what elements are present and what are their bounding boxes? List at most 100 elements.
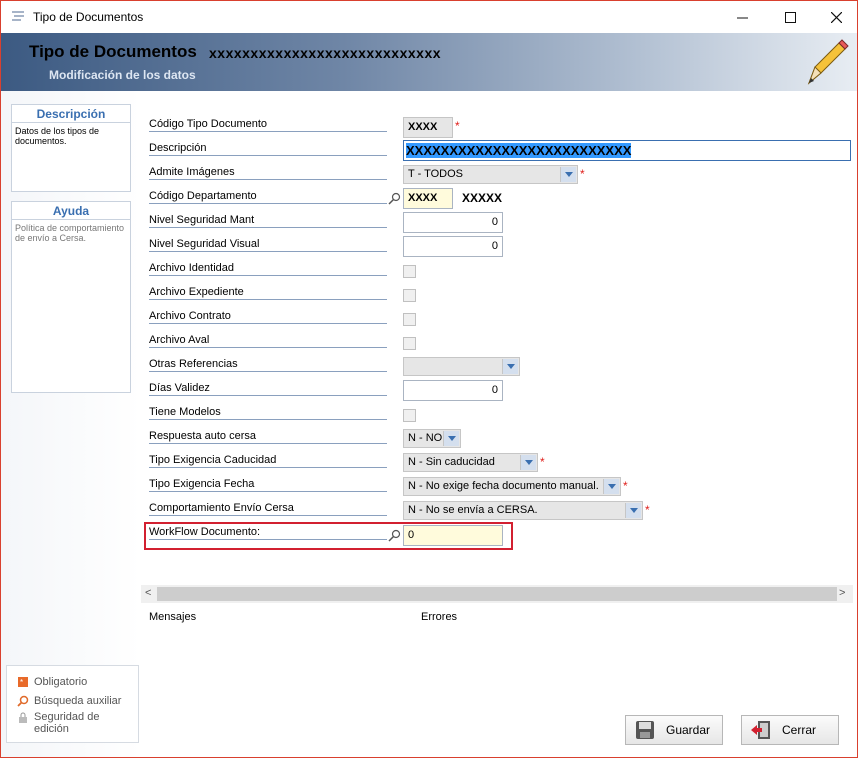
respuesta-auto-select[interactable]: N - NO bbox=[403, 429, 461, 448]
nivel-seg-visual-input[interactable]: 0 bbox=[403, 236, 503, 257]
guardar-button[interactable]: Guardar bbox=[625, 715, 723, 745]
chevron-down-icon bbox=[443, 431, 459, 446]
nivel-seg-visual-label: Nivel Seguridad Visual bbox=[149, 238, 260, 250]
nivel-seg-mant-label: Nivel Seguridad Mant bbox=[149, 214, 255, 226]
highlight-box bbox=[144, 522, 513, 550]
row-underline bbox=[149, 275, 387, 276]
tipo-exig-fecha-label: Tipo Exigencia Fecha bbox=[149, 478, 255, 490]
admite-imagenes-select[interactable]: T - TODOS bbox=[403, 165, 578, 184]
row-underline bbox=[149, 155, 387, 156]
required-marker: * bbox=[540, 455, 545, 469]
archivo-contrato-checkbox[interactable] bbox=[403, 313, 416, 326]
row-underline bbox=[149, 251, 387, 252]
row-underline bbox=[149, 227, 387, 228]
codigo-departamento-label: Código Departamento bbox=[149, 190, 257, 202]
document-code: xxxxxxxxxxxxxxxxxxxxxxxxxxxx bbox=[209, 45, 442, 61]
chevron-down-icon bbox=[520, 455, 536, 470]
otras-referencias-label: Otras Referencias bbox=[149, 358, 238, 370]
dias-validez-input[interactable]: 0 bbox=[403, 380, 503, 401]
comportamiento-envio-label: Comportamiento Envío Cersa bbox=[149, 502, 294, 514]
help-box: Ayuda Política de comportamiento de enví… bbox=[11, 201, 131, 393]
descripcion-label: Descripción bbox=[149, 142, 207, 154]
search-icon[interactable] bbox=[388, 192, 401, 205]
description-box: Descripción Datos de los tipos de docume… bbox=[11, 104, 131, 192]
maximize-icon bbox=[784, 11, 796, 23]
save-icon bbox=[636, 721, 654, 739]
required-icon: * bbox=[18, 677, 28, 687]
close-button[interactable] bbox=[813, 1, 857, 33]
row-underline bbox=[149, 371, 387, 372]
archivo-expediente-checkbox[interactable] bbox=[403, 289, 416, 302]
chevron-down-icon bbox=[603, 479, 619, 494]
admite-imagenes-value: T - TODOS bbox=[408, 168, 464, 180]
required-marker: * bbox=[455, 119, 460, 133]
legend-required: Obligatorio bbox=[34, 676, 88, 688]
scroll-right-icon[interactable]: > bbox=[839, 587, 845, 599]
help-title: Ayuda bbox=[12, 202, 130, 220]
help-text: Política de comportamiento de envío a Ce… bbox=[15, 223, 125, 243]
respuesta-auto-value: N - NO bbox=[408, 432, 443, 444]
codigo-tipo-label: Código Tipo Documento bbox=[149, 118, 268, 130]
errores-header: Errores bbox=[421, 611, 458, 623]
tipo-exig-caducidad-label: Tipo Exigencia Caducidad bbox=[149, 454, 277, 466]
minimize-button[interactable] bbox=[719, 1, 765, 33]
row-underline bbox=[149, 323, 387, 324]
window-title: Tipo de Documentos bbox=[33, 10, 144, 24]
chevron-down-icon bbox=[560, 167, 576, 182]
comportamiento-envio-value: N - No se envía a CERSA. bbox=[408, 504, 538, 516]
row-underline bbox=[149, 515, 387, 516]
codigo-tipo-input[interactable]: XXXX bbox=[403, 117, 453, 138]
respuesta-auto-label: Respuesta auto cersa bbox=[149, 430, 257, 442]
row-underline bbox=[149, 179, 387, 180]
tiene-modelos-checkbox[interactable] bbox=[403, 409, 416, 422]
form-area: Código Tipo Documento XXXX * Descripción… bbox=[141, 91, 857, 581]
exit-door-icon bbox=[751, 721, 770, 739]
comportamiento-envio-select[interactable]: N - No se envía a CERSA. bbox=[403, 501, 643, 520]
descripcion-input[interactable]: XXXXXXXXXXXXXXXXXXXXXXXXXX bbox=[403, 140, 851, 161]
pencil-icon bbox=[807, 39, 849, 85]
minimize-icon bbox=[736, 17, 748, 18]
row-underline bbox=[149, 467, 387, 468]
horizontal-scrollbar[interactable]: < > bbox=[141, 585, 853, 603]
tipo-exig-fecha-select[interactable]: N - No exige fecha documento manual. bbox=[403, 477, 621, 496]
close-icon bbox=[830, 11, 842, 23]
legend: * Obligatorio Búsqueda auxiliar Segurida… bbox=[6, 665, 139, 743]
archivo-aval-checkbox[interactable] bbox=[403, 337, 416, 350]
tipo-exig-caducidad-select[interactable]: N - Sin caducidad bbox=[403, 453, 538, 472]
left-panel: Descripción Datos de los tipos de docume… bbox=[1, 91, 141, 757]
descripcion-value: XXXXXXXXXXXXXXXXXXXXXXXXXX bbox=[406, 143, 632, 158]
admite-imagenes-label: Admite Imágenes bbox=[149, 166, 235, 178]
required-marker: * bbox=[580, 167, 585, 181]
row-underline bbox=[149, 203, 387, 204]
legend-edit-security: Seguridad de edición bbox=[34, 711, 100, 735]
app-icon bbox=[12, 11, 24, 21]
scroll-left-icon[interactable]: < bbox=[145, 587, 151, 599]
nivel-seg-mant-input[interactable]: 0 bbox=[403, 212, 503, 233]
chevron-down-icon bbox=[502, 359, 518, 374]
description-text: Datos de los tipos de documentos. bbox=[15, 126, 100, 146]
maximize-button[interactable] bbox=[767, 1, 813, 33]
page-header: Tipo de Documentos xxxxxxxxxxxxxxxxxxxxx… bbox=[1, 33, 857, 91]
page-title: Tipo de Documentos bbox=[29, 42, 197, 61]
scroll-thumb[interactable] bbox=[157, 587, 837, 601]
tiene-modelos-label: Tiene Modelos bbox=[149, 406, 221, 418]
archivo-identidad-checkbox[interactable] bbox=[403, 265, 416, 278]
row-underline bbox=[149, 443, 387, 444]
archivo-identidad-label: Archivo Identidad bbox=[149, 262, 234, 274]
main-window: Tipo de Documentos Tipo de Documentos xx… bbox=[0, 0, 858, 758]
mensajes-header: Mensajes bbox=[149, 611, 197, 623]
title-bar: Tipo de Documentos bbox=[1, 1, 857, 33]
svg-text:*: * bbox=[20, 678, 23, 687]
legend-aux-search: Búsqueda auxiliar bbox=[34, 695, 122, 707]
description-title: Descripción bbox=[12, 105, 130, 123]
cerrar-label: Cerrar bbox=[782, 723, 817, 737]
required-marker: * bbox=[645, 503, 650, 517]
archivo-aval-label: Archivo Aval bbox=[149, 334, 210, 346]
otras-referencias-select[interactable] bbox=[403, 357, 520, 376]
aux-search-icon bbox=[17, 695, 29, 707]
cerrar-button[interactable]: Cerrar bbox=[741, 715, 839, 745]
codigo-departamento-input[interactable]: XXXX bbox=[403, 188, 453, 209]
required-marker: * bbox=[623, 479, 628, 493]
row-underline bbox=[149, 299, 387, 300]
departamento-name: XXXXX bbox=[462, 191, 503, 205]
